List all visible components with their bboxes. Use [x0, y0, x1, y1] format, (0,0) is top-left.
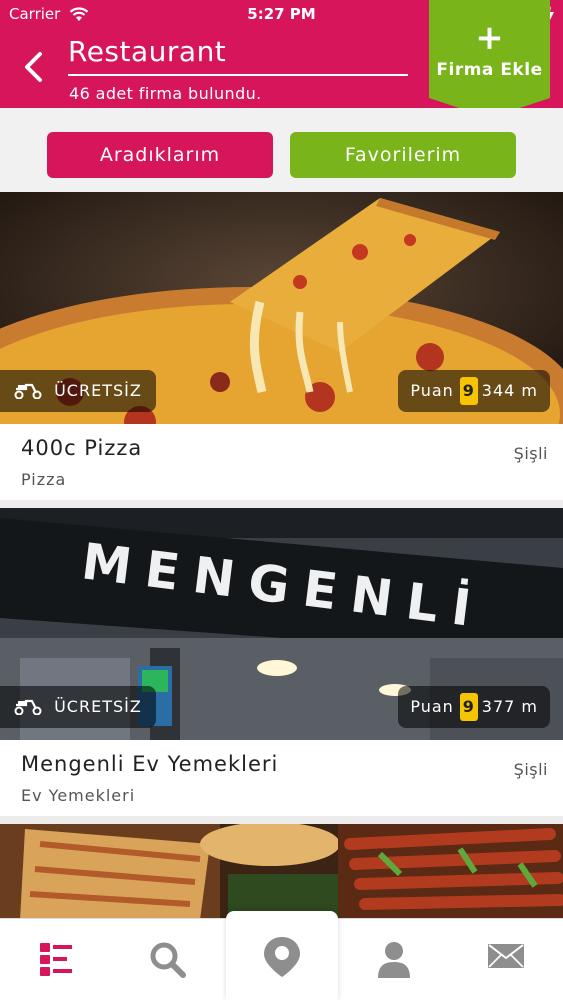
listing-category: Ev Yemekleri [21, 786, 136, 805]
mail-icon [488, 944, 524, 968]
score-label: Puan [410, 381, 454, 400]
listing-card[interactable]: MENGENLİ ÜCRETSİZ Puan 9 377 m Mengenli Ev… [0, 508, 563, 824]
score-label: Puan [410, 697, 454, 716]
free-delivery-badge: ÜCRETSİZ [0, 370, 156, 412]
listing-district: Şişli [513, 444, 548, 463]
tab-search[interactable] [112, 919, 224, 1000]
user-icon [378, 942, 410, 978]
tab-profile[interactable] [338, 919, 450, 1000]
chevron-left-icon[interactable] [20, 50, 48, 84]
divider [0, 500, 563, 508]
app-header: Carrier 5:27 PM Restaurant 46 adet firma… [0, 0, 563, 118]
tab-bar [0, 911, 563, 1000]
distance-label: 344 m [481, 381, 538, 400]
tab-map[interactable] [226, 911, 338, 1000]
list-icon [40, 943, 72, 976]
tab-messages[interactable] [450, 919, 562, 1000]
add-business-label: Firma Ekle [436, 60, 543, 80]
listing-card[interactable]: ÜCRETSİZ Puan 9 344 m 400c Pizza Pizza Şiş… [0, 192, 563, 508]
page-title-area: Restaurant [68, 34, 408, 76]
pide-kebab-photo [0, 824, 563, 920]
divider [0, 816, 563, 824]
scooter-icon [14, 383, 42, 399]
free-delivery-badge: ÜCRETSİZ [0, 686, 156, 728]
result-count: 46 adet firma bulundu. [69, 84, 262, 103]
distance-label: 377 m [481, 697, 538, 716]
plus-icon: + [475, 18, 504, 58]
score-badge: Puan 9 377 m [398, 686, 550, 728]
page-title: Restaurant [68, 35, 227, 68]
search-icon [150, 942, 186, 978]
delivery-label: ÜCRETSİZ [54, 381, 142, 400]
listing-category: Pizza [21, 470, 67, 489]
favorites-button[interactable]: Favorilerim [290, 132, 516, 178]
filter-bar: Aradıklarım Favorilerim [0, 108, 563, 192]
score-badge: Puan 9 344 m [398, 370, 550, 412]
add-business-button[interactable]: + Firma Ekle [429, 0, 550, 118]
score-value: 9 [459, 377, 478, 405]
score-value: 9 [459, 693, 478, 721]
scooter-icon [14, 699, 42, 715]
listing-name: 400c Pizza [21, 436, 143, 460]
map-pin-icon [264, 937, 300, 977]
searches-button[interactable]: Aradıklarım [47, 132, 273, 178]
tab-list[interactable] [0, 919, 112, 1000]
listing-card[interactable] [0, 824, 563, 920]
listing-name: Mengenli Ev Yemekleri [21, 752, 279, 776]
title-underline [68, 74, 408, 76]
delivery-label: ÜCRETSİZ [54, 697, 142, 716]
listing-district: Şişli [513, 760, 548, 779]
